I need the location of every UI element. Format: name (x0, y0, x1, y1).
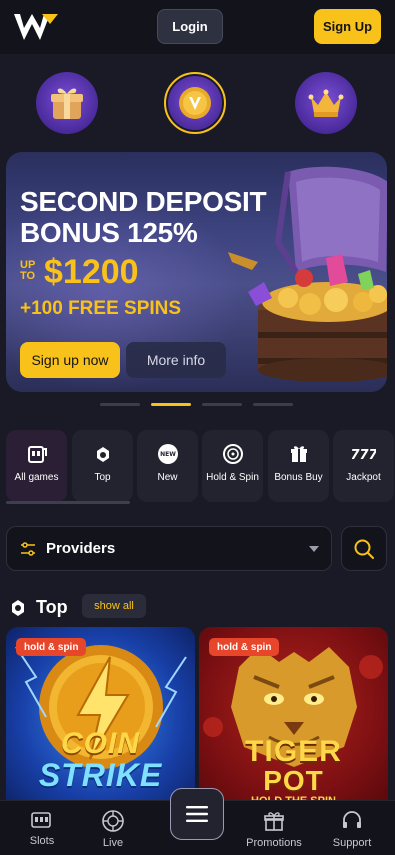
hold-spin-badge: hold & spin (16, 638, 87, 656)
hamburger-menu-icon (186, 806, 208, 822)
carousel-dot-3[interactable] (202, 403, 242, 406)
nav-label: Promotions (246, 837, 302, 849)
bonus-coin-icon (179, 87, 211, 119)
category-hold-spin[interactable]: Hold & Spin (202, 430, 263, 502)
category-scrollbar[interactable] (6, 501, 130, 504)
gift-promo-button[interactable] (36, 72, 98, 134)
category-label: New (157, 472, 178, 483)
search-icon (354, 539, 374, 559)
carousel-dot-1[interactable] (100, 403, 140, 406)
game-card-coin-strike[interactable]: COIN STRIKE hold & spin (6, 627, 195, 827)
bonus-promo-button[interactable] (164, 72, 226, 134)
hold-spin-badge: hold & spin (209, 638, 280, 656)
roulette-icon (221, 442, 245, 466)
nav-live[interactable]: Live (78, 809, 148, 849)
section-title: Top (36, 597, 68, 617)
main-menu-button[interactable] (170, 788, 224, 840)
nav-slots[interactable]: Slots (7, 809, 77, 847)
crown-icon (308, 89, 344, 117)
svg-text:NEW: NEW (160, 451, 176, 458)
gift-icon (264, 812, 284, 831)
new-icon: NEW (156, 442, 180, 466)
category-label: Top (94, 472, 111, 483)
header: Login Sign Up (0, 0, 395, 54)
carousel-dot-4[interactable] (253, 403, 293, 406)
banner-title: SECOND DEPOSIT BONUS 125% (20, 186, 267, 248)
headset-icon (343, 811, 361, 828)
gift-icon (287, 442, 311, 466)
providers-label: Providers (46, 540, 116, 557)
chevron-down-icon (309, 546, 319, 552)
category-label: All games (14, 472, 59, 483)
nav-label: Live (102, 837, 124, 849)
banner-free-spins: +100 FREE SPINS (20, 298, 182, 319)
game-title-line1: TIGER (245, 735, 342, 768)
svg-text:777: 777 (352, 448, 376, 463)
nav-label: Slots (29, 835, 55, 847)
category-bonus-buy[interactable]: Bonus Buy (268, 430, 329, 502)
category-label: Jackpot (346, 472, 381, 483)
banner-upto: UP TO (20, 259, 36, 282)
banner-amount: $1200 (44, 253, 139, 291)
more-info-button[interactable]: More info (126, 342, 226, 378)
filter-sliders-icon (21, 542, 35, 556)
nav-promotions[interactable]: Promotions (239, 809, 309, 849)
game-title-line1: COIN (61, 727, 140, 760)
vip-promo-button[interactable] (295, 72, 357, 134)
top-icon (12, 600, 24, 616)
category-label: Bonus Buy (274, 472, 323, 483)
slot-machine-icon (31, 812, 51, 828)
slot-machine-icon (25, 442, 49, 466)
game-card-tiger-pot[interactable]: TIGER POT HOLD THE SPIN hold & spin (199, 627, 388, 827)
brand-logo[interactable] (12, 10, 60, 44)
search-button[interactable] (341, 526, 387, 571)
login-button[interactable]: Login (157, 9, 223, 44)
roulette-icon (102, 810, 124, 832)
nav-support[interactable]: Support (317, 809, 387, 849)
nav-label: Support (332, 837, 372, 849)
game-title-line2: POT (263, 765, 324, 796)
signup-button[interactable]: Sign Up (314, 9, 381, 44)
jackpot-777-icon: 777 (352, 442, 376, 466)
category-label: Hold & Spin (206, 472, 259, 483)
show-all-button[interactable]: show all (82, 594, 146, 618)
top-icon (91, 442, 115, 466)
promo-banner[interactable]: SECOND DEPOSIT BONUS 125% UP TO $1200 +1… (6, 152, 387, 392)
signup-now-button[interactable]: Sign up now (20, 342, 120, 378)
category-new[interactable]: NEW New (137, 430, 198, 502)
gift-icon (51, 88, 83, 119)
carousel-dot-2[interactable] (151, 403, 191, 406)
game-title-line2: STRIKE (38, 757, 163, 793)
category-top[interactable]: Top (72, 430, 133, 502)
providers-dropdown[interactable]: Providers (6, 526, 332, 571)
category-all-games[interactable]: All games (6, 430, 67, 502)
category-jackpot[interactable]: 777 Jackpot (333, 430, 394, 502)
